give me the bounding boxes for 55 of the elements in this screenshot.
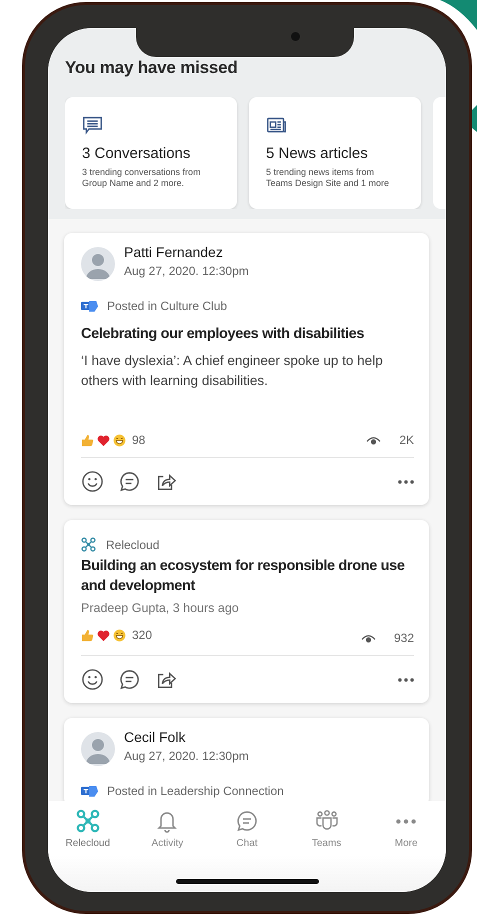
highlight-title: 3 Conversations: [82, 145, 192, 162]
reaction-count: 320: [132, 628, 152, 642]
post-card[interactable]: Patti Fernandez Aug 27, 2020. 12:30pm Posted in Culture Club Celebrating our employees with disabilities ‘I have dyslexia’: A chief engineer spoke up to help others with learning disabilities. 98 2K: [64, 233, 429, 505]
laughing-emoji-icon: [113, 628, 126, 642]
author-name[interactable]: Patti Fernandez: [124, 243, 249, 261]
heart-icon: [97, 628, 110, 642]
laughing-emoji-icon: [113, 434, 126, 446]
smiley-icon: [81, 668, 104, 691]
heart-icon: [97, 434, 110, 446]
avatar[interactable]: [81, 732, 115, 766]
comment-icon: [118, 668, 141, 691]
smiley-icon: [81, 470, 104, 493]
view-count: 2K: [399, 433, 414, 447]
reaction-count: 98: [132, 433, 146, 447]
more-icon: [398, 480, 414, 484]
post-summary: ‘I have dyslexia’: A chief engineer spoke up to help others with learning disabilities.: [81, 352, 384, 390]
eye-icon: [360, 632, 376, 644]
post-date: Aug 27, 2020. 12:30pm: [124, 748, 249, 764]
source-label[interactable]: Relecloud: [106, 538, 160, 552]
more-options-button[interactable]: [398, 678, 414, 682]
author-name[interactable]: Cecil Folk: [124, 728, 249, 746]
community-icon: [81, 298, 99, 313]
highlight-description: 3 trending conversations from Group Name and 2 more.: [82, 167, 202, 189]
more-options-button[interactable]: [398, 480, 414, 484]
community-icon: [81, 783, 99, 798]
chat-bubble-icon: [82, 115, 103, 136]
react-button[interactable]: [81, 470, 104, 493]
highlight-title: 5 News articles: [266, 145, 369, 162]
highlight-card[interactable]: 5 News articles 5 trending news items from Teams Design Site and 1 more: [249, 97, 421, 209]
comment-button[interactable]: [118, 470, 141, 493]
section-heading: You may have missed: [65, 58, 239, 78]
post-card[interactable]: Relecloud Building an ecosystem for responsible drone use and development Pradeep Gupta, 3 hours ago 320 932: [64, 520, 429, 703]
chat-icon: [234, 809, 259, 833]
drone-icon: [76, 809, 100, 833]
posted-in-label[interactable]: Posted in Culture Club: [107, 298, 228, 312]
post-date: Aug 27, 2020. 12:30pm: [124, 263, 249, 279]
post-title[interactable]: Building an ecosystem for responsible drone use and development: [81, 556, 414, 596]
posted-in-label[interactable]: Posted in Leadership Connection: [107, 784, 284, 798]
tab-item[interactable]: Relecloud: [52, 809, 123, 855]
avatar[interactable]: [81, 247, 115, 281]
comment-button[interactable]: [118, 668, 141, 691]
thumbs-up-icon: [81, 628, 94, 642]
more-icon: [396, 819, 416, 824]
more-icon: [398, 678, 414, 682]
post-card[interactable]: Cecil Folk Aug 27, 2020. 12:30pm Posted in Leadership Connection: [64, 718, 429, 801]
highlight-card[interactable]: 3 Conversations 3 trending conversations from Group Name and 2 more.: [65, 97, 237, 209]
view-count: 932: [394, 631, 414, 645]
drone-icon: [81, 537, 96, 552]
react-button[interactable]: [81, 668, 104, 691]
post-title[interactable]: Celebrating our employees with disabilities: [81, 324, 414, 344]
highlight-description: 5 trending news items from Teams Design Site and 1 more: [266, 167, 390, 189]
eye-icon: [366, 434, 382, 446]
thumbs-up-icon: [81, 434, 94, 446]
comment-icon: [118, 470, 141, 493]
post-byline: Pradeep Gupta, 3 hours ago: [81, 601, 240, 615]
